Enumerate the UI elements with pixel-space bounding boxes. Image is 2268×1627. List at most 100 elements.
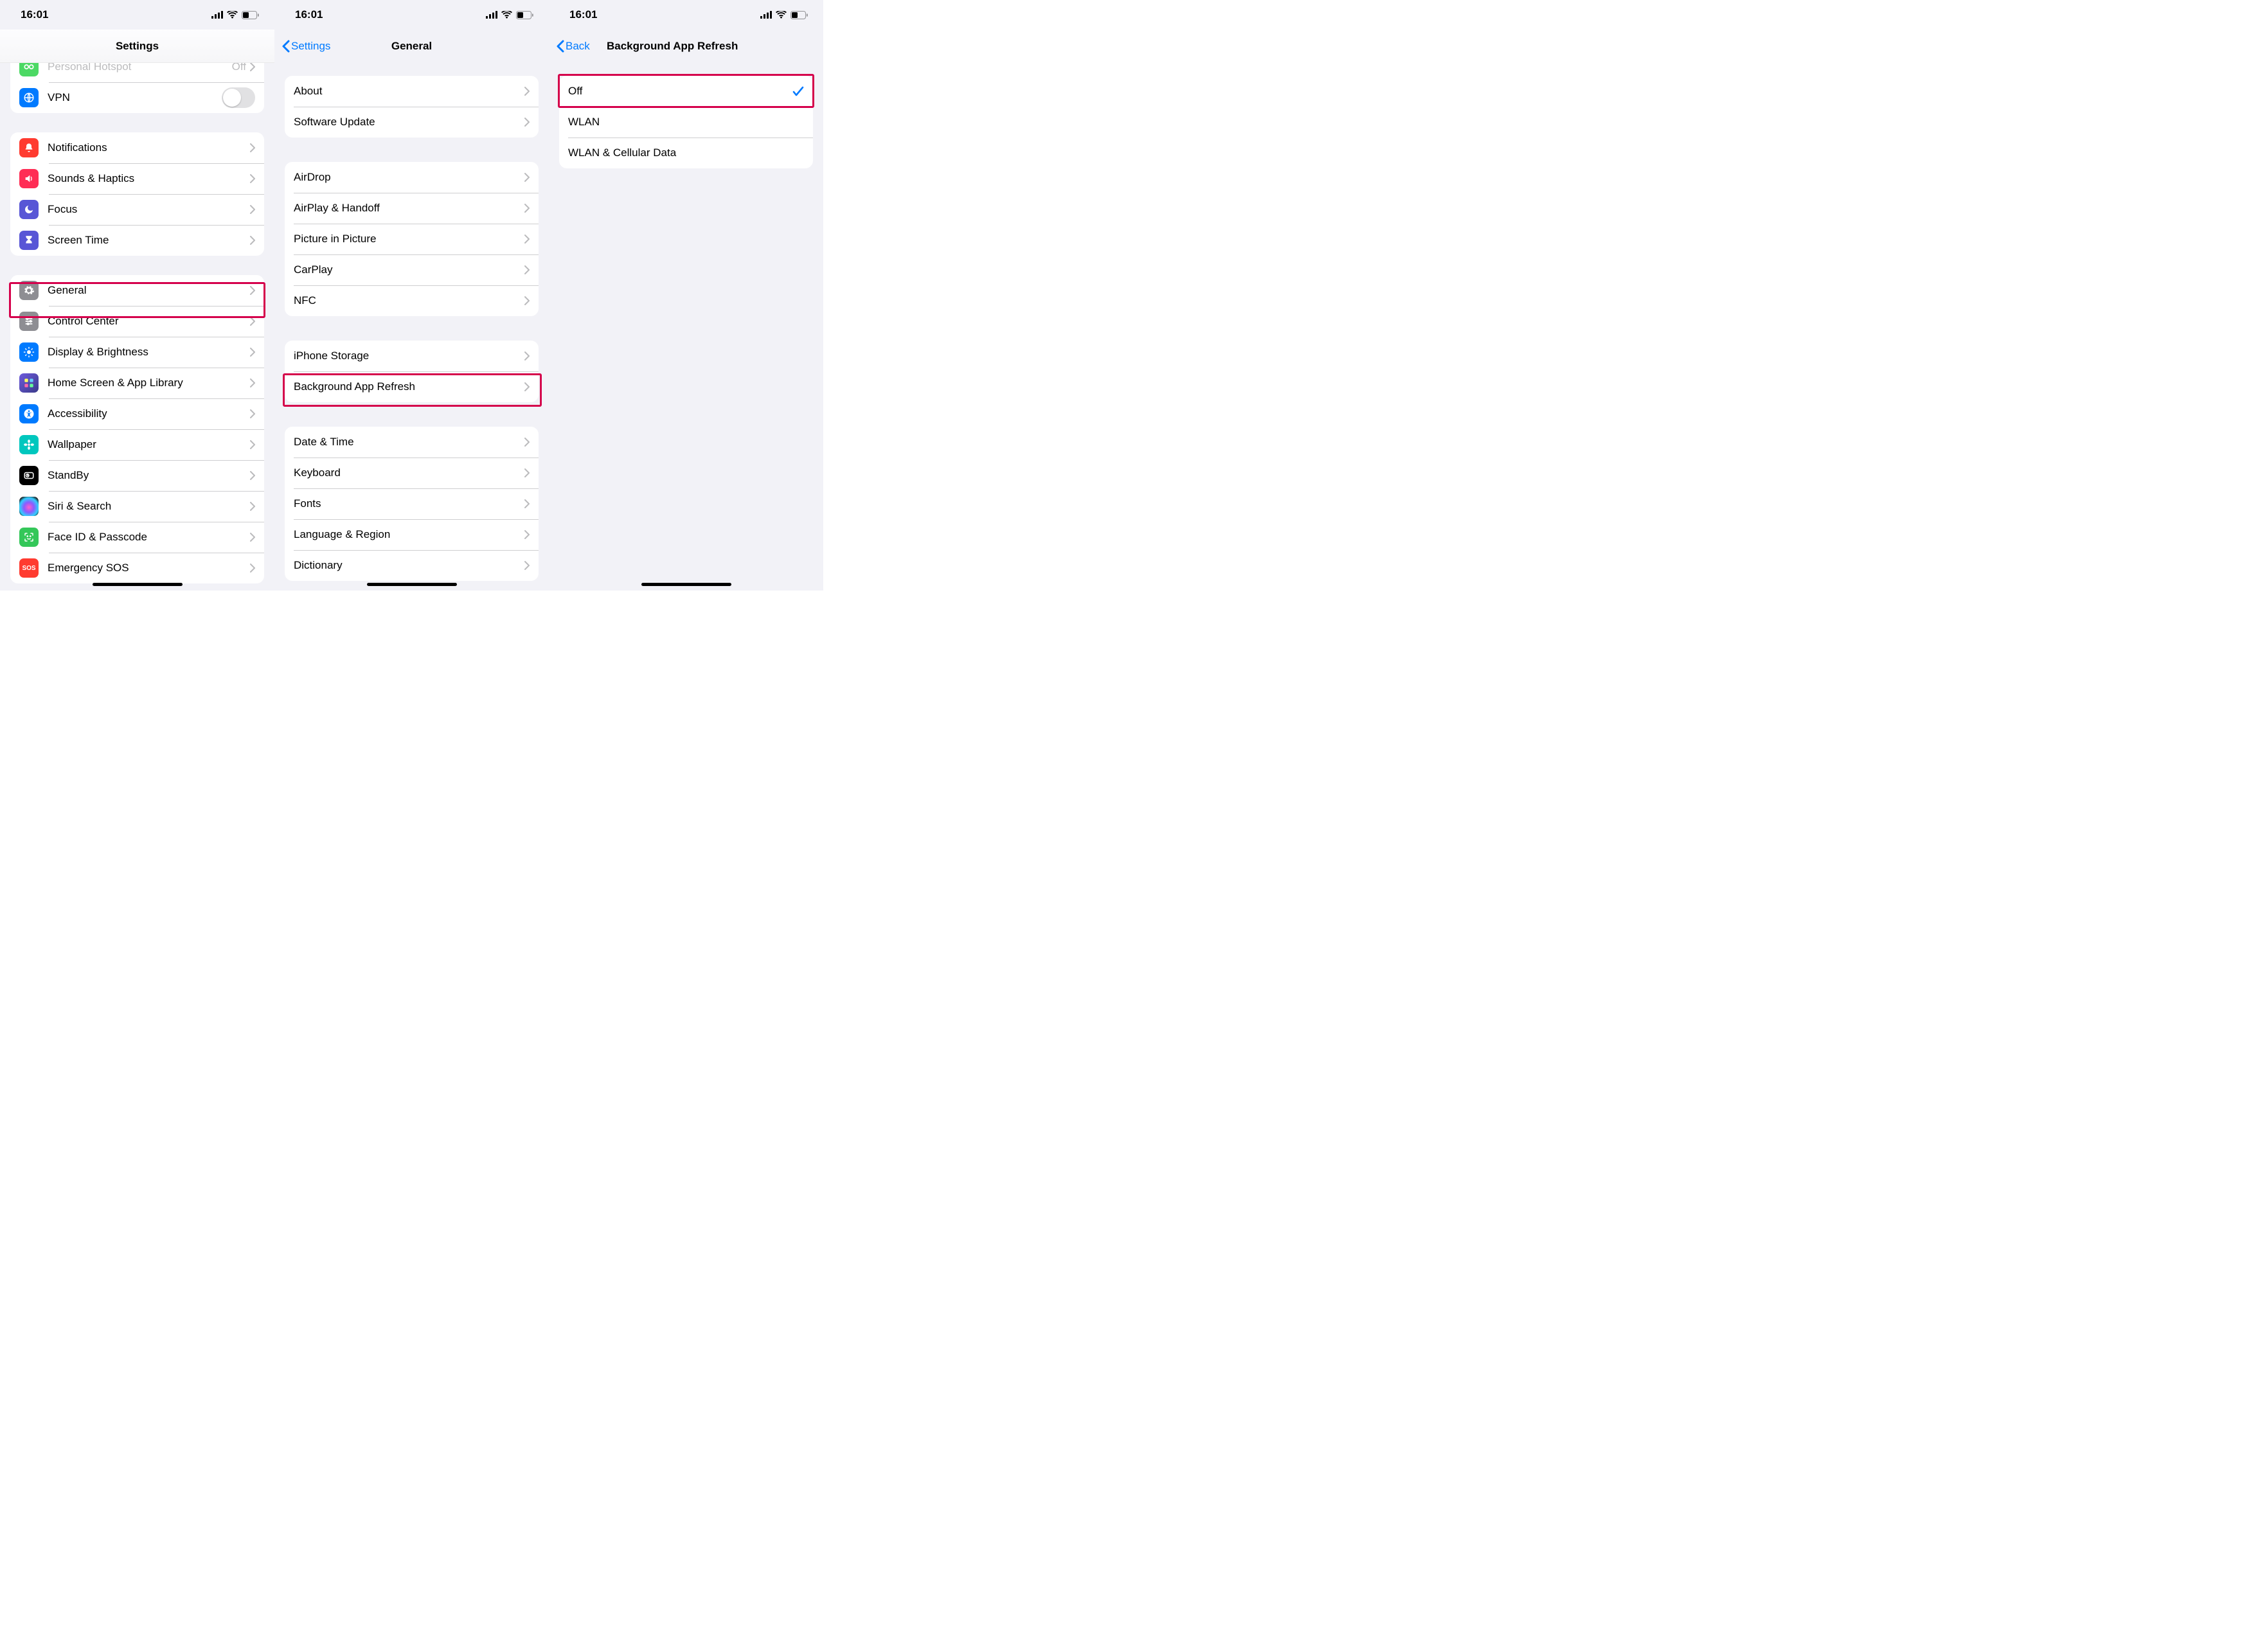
row-label: StandBy <box>48 469 250 482</box>
row-standby[interactable]: StandBy <box>10 460 264 491</box>
nav-title: Settings <box>0 40 274 53</box>
row-focus[interactable]: Focus <box>10 194 264 225</box>
row-vpn[interactable]: VPN <box>10 82 264 113</box>
chevron-right-icon <box>524 265 530 274</box>
row-label: Language & Region <box>294 528 524 541</box>
row-fonts[interactable]: Fonts <box>285 488 539 519</box>
row-carplay[interactable]: CarPlay <box>285 254 539 285</box>
row-general[interactable]: General <box>10 275 264 306</box>
home-indicator[interactable] <box>93 583 183 586</box>
chevron-right-icon <box>250 317 255 326</box>
clock-icon <box>19 466 39 485</box>
row-label: General <box>48 284 250 297</box>
row-label: Siri & Search <box>48 500 250 513</box>
group-datetime: Date & Time Keyboard Fonts Language & Re… <box>285 427 539 581</box>
row-emergency-sos[interactable]: SOS Emergency SOS <box>10 553 264 583</box>
row-faceid-passcode[interactable]: Face ID & Passcode <box>10 522 264 553</box>
row-background-app-refresh[interactable]: Background App Refresh <box>285 371 539 402</box>
row-language-region[interactable]: Language & Region <box>285 519 539 550</box>
chevron-right-icon <box>524 204 530 213</box>
row-label: Face ID & Passcode <box>48 531 250 544</box>
general-content[interactable]: About Software Update AirDrop AirPlay & … <box>274 76 549 581</box>
row-label: CarPlay <box>294 263 524 276</box>
screen-background-app-refresh: 16:01 Back Background App Refresh Off WL… <box>549 0 823 591</box>
row-label: Sounds & Haptics <box>48 172 250 185</box>
settings-scroll[interactable]: Personal Hotspot Off VPN Notifications <box>0 63 274 591</box>
chevron-right-icon <box>250 409 255 418</box>
row-date-time[interactable]: Date & Time <box>285 427 539 458</box>
row-iphone-storage[interactable]: iPhone Storage <box>285 341 539 371</box>
gear-icon <box>19 281 39 300</box>
row-picture-in-picture[interactable]: Picture in Picture <box>285 224 539 254</box>
nav-title: Background App Refresh <box>549 40 823 53</box>
chevron-right-icon <box>524 87 530 96</box>
row-label: Keyboard <box>294 467 524 479</box>
row-label: Wallpaper <box>48 438 250 451</box>
row-nfc[interactable]: NFC <box>285 285 539 316</box>
row-airdrop[interactable]: AirDrop <box>285 162 539 193</box>
row-keyboard[interactable]: Keyboard <box>285 458 539 488</box>
group-refresh-options: Off WLAN WLAN & Cellular Data <box>559 76 813 168</box>
chevron-right-icon <box>524 382 530 391</box>
row-notifications[interactable]: Notifications <box>10 132 264 163</box>
row-home-screen[interactable]: Home Screen & App Library <box>10 368 264 398</box>
row-siri-search[interactable]: Siri & Search <box>10 491 264 522</box>
back-button[interactable]: Back <box>557 40 590 53</box>
home-indicator[interactable] <box>641 583 731 586</box>
row-airplay-handoff[interactable]: AirPlay & Handoff <box>285 193 539 224</box>
home-indicator[interactable] <box>367 583 457 586</box>
checkmark-icon <box>792 85 804 97</box>
option-wlan[interactable]: WLAN <box>559 107 813 138</box>
group-notifications: Notifications Sounds & Haptics Focus Scr… <box>10 132 264 256</box>
speaker-icon <box>19 169 39 188</box>
row-label: Control Center <box>48 315 250 328</box>
row-label: Date & Time <box>294 436 524 449</box>
row-wallpaper[interactable]: Wallpaper <box>10 429 264 460</box>
chevron-right-icon <box>524 118 530 127</box>
row-sounds-haptics[interactable]: Sounds & Haptics <box>10 163 264 194</box>
chevron-right-icon <box>524 561 530 570</box>
row-software-update[interactable]: Software Update <box>285 107 539 138</box>
group-about: About Software Update <box>285 76 539 138</box>
refresh-content[interactable]: Off WLAN WLAN & Cellular Data <box>549 76 823 168</box>
status-time: 16:01 <box>295 8 323 21</box>
row-label: AirDrop <box>294 171 524 184</box>
chevron-right-icon <box>250 174 255 183</box>
status-indicators <box>760 11 808 19</box>
app-grid-icon <box>19 373 39 393</box>
row-personal-hotspot[interactable]: Personal Hotspot Off <box>10 63 264 82</box>
chevron-right-icon <box>524 296 530 305</box>
screen-general: 16:01 Settings General About Software Up… <box>274 0 549 591</box>
row-control-center[interactable]: Control Center <box>10 306 264 337</box>
flower-icon <box>19 435 39 454</box>
row-display-brightness[interactable]: Display & Brightness <box>10 337 264 368</box>
group-connectivity: Personal Hotspot Off VPN <box>10 63 264 113</box>
row-about[interactable]: About <box>285 76 539 107</box>
row-dictionary[interactable]: Dictionary <box>285 550 539 581</box>
row-label: Background App Refresh <box>294 380 524 393</box>
row-label: AirPlay & Handoff <box>294 202 524 215</box>
option-wlan-cellular[interactable]: WLAN & Cellular Data <box>559 138 813 168</box>
back-button[interactable]: Settings <box>282 40 330 53</box>
vpn-toggle[interactable] <box>222 87 255 108</box>
cellular-icon <box>760 11 772 19</box>
row-label: Fonts <box>294 497 524 510</box>
row-label: Software Update <box>294 116 524 129</box>
option-label: WLAN & Cellular Data <box>568 147 804 159</box>
chevron-right-icon <box>524 499 530 508</box>
option-off[interactable]: Off <box>559 76 813 107</box>
chevron-left-icon <box>557 40 564 53</box>
chevron-right-icon <box>250 533 255 542</box>
back-label: Back <box>566 40 590 53</box>
status-bar: 16:01 <box>274 0 549 30</box>
row-label: About <box>294 85 524 98</box>
wifi-icon <box>501 11 512 19</box>
faceid-icon <box>19 528 39 547</box>
siri-icon <box>19 497 39 516</box>
wifi-icon <box>227 11 238 19</box>
group-device: General Control Center Display & Brightn… <box>10 275 264 583</box>
row-accessibility[interactable]: Accessibility <box>10 398 264 429</box>
status-time: 16:01 <box>569 8 597 21</box>
row-screen-time[interactable]: Screen Time <box>10 225 264 256</box>
screen-settings: 16:01 Settings Personal Hotspot Off <box>0 0 274 591</box>
